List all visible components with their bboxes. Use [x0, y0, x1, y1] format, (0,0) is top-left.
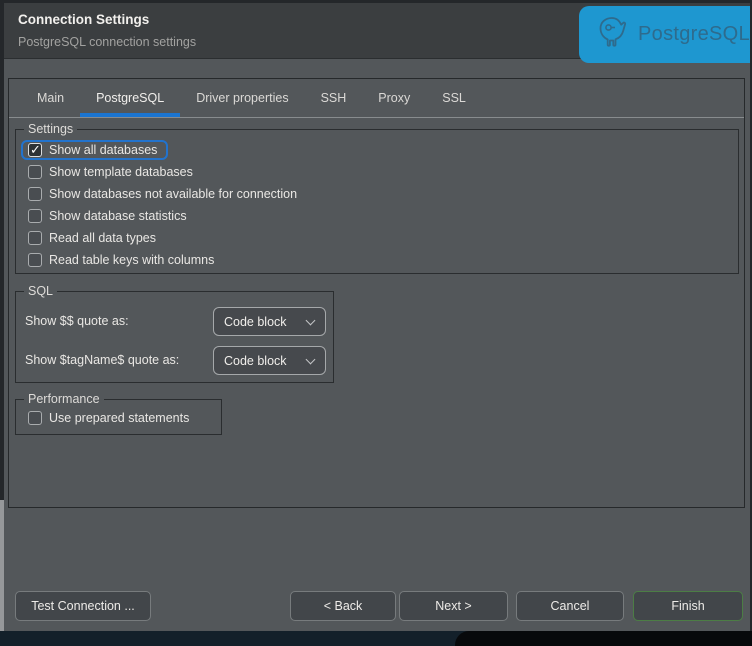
- checkbox-label: Show all databases: [49, 143, 157, 157]
- dialog-header: Connection Settings PostgreSQL connectio…: [4, 3, 750, 59]
- checkbox-unchecked-icon[interactable]: [28, 411, 42, 425]
- checkbox-read-all-data-types[interactable]: Read all data types: [28, 227, 738, 249]
- next-button[interactable]: Next >: [399, 591, 508, 621]
- tab-bar: Main PostgreSQL Driver properties SSH Pr…: [9, 79, 744, 118]
- finish-button[interactable]: Finish: [633, 591, 743, 621]
- checkbox-unchecked-icon[interactable]: [28, 209, 42, 223]
- background-window-strip: [0, 631, 752, 646]
- background-window-corner: [455, 631, 752, 646]
- logo-text: PostgreSQL: [638, 23, 750, 46]
- checkbox-label: Read all data types: [49, 231, 156, 245]
- select-value: Code block: [224, 354, 287, 368]
- postgresql-elephant-icon: [595, 15, 629, 54]
- checkbox-label: Show database statistics: [49, 209, 187, 223]
- performance-group-label: Performance: [24, 391, 104, 408]
- checkbox-show-template-databases[interactable]: Show template databases: [28, 161, 738, 183]
- sql-row: Show $tagName$ quote as: Code block: [16, 345, 333, 376]
- checkbox-show-all-databases[interactable]: Show all databases: [28, 139, 738, 161]
- back-button[interactable]: < Back: [290, 591, 396, 621]
- page-title: Connection Settings: [18, 12, 149, 27]
- checkbox-show-database-statistics[interactable]: Show database statistics: [28, 205, 738, 227]
- tagname-quote-select[interactable]: Code block: [213, 346, 326, 375]
- checkbox-checked-icon[interactable]: [28, 143, 42, 157]
- cancel-button[interactable]: Cancel: [516, 591, 624, 621]
- checkbox-show-databases-not-available[interactable]: Show databases not available for connect…: [28, 183, 738, 205]
- tagname-quote-label: Show $tagName$ quote as:: [25, 345, 179, 375]
- tab-ssl[interactable]: SSL: [426, 79, 482, 117]
- checkbox-read-table-keys[interactable]: Read table keys with columns: [28, 249, 738, 271]
- sql-group-label: SQL: [24, 283, 57, 300]
- dollar-quote-label: Show $$ quote as:: [25, 306, 129, 336]
- dollar-quote-select[interactable]: Code block: [213, 307, 326, 336]
- tab-main[interactable]: Main: [21, 79, 80, 117]
- sql-group: SQL Show $$ quote as: Code block Show $t…: [15, 291, 334, 383]
- select-value: Code block: [224, 315, 287, 329]
- settings-checkbox-list: Show all databases Show template databas…: [16, 130, 738, 271]
- chevron-down-icon: [307, 317, 315, 325]
- performance-group: Performance Use prepared statements: [15, 399, 222, 435]
- chevron-down-icon: [307, 356, 315, 364]
- checkbox-label: Show databases not available for connect…: [49, 187, 297, 201]
- focus-ring: Show all databases: [21, 140, 168, 160]
- checkbox-label: Use prepared statements: [49, 411, 189, 425]
- postgresql-logo: PostgreSQL: [579, 6, 750, 63]
- page-subtitle: PostgreSQL connection settings: [18, 35, 196, 49]
- tab-driver-properties[interactable]: Driver properties: [180, 79, 304, 117]
- settings-group-label: Settings: [24, 121, 77, 138]
- checkbox-unchecked-icon[interactable]: [28, 253, 42, 267]
- checkbox-unchecked-icon[interactable]: [28, 165, 42, 179]
- tab-folder: Main PostgreSQL Driver properties SSH Pr…: [8, 78, 745, 508]
- checkbox-use-prepared-statements[interactable]: Use prepared statements: [28, 407, 221, 429]
- sql-row: Show $$ quote as: Code block: [16, 306, 333, 337]
- settings-group: Settings Show all databases Show templat…: [15, 129, 739, 274]
- tab-ssh[interactable]: SSH: [305, 79, 363, 117]
- tab-postgresql[interactable]: PostgreSQL: [80, 79, 180, 117]
- connection-settings-dialog: Connection Settings PostgreSQL connectio…: [4, 3, 750, 631]
- checkbox-unchecked-icon[interactable]: [28, 231, 42, 245]
- checkbox-label: Show template databases: [49, 165, 193, 179]
- checkbox-unchecked-icon[interactable]: [28, 187, 42, 201]
- checkbox-label: Read table keys with columns: [49, 253, 214, 267]
- test-connection-button[interactable]: Test Connection ...: [15, 591, 151, 621]
- tab-proxy[interactable]: Proxy: [362, 79, 426, 117]
